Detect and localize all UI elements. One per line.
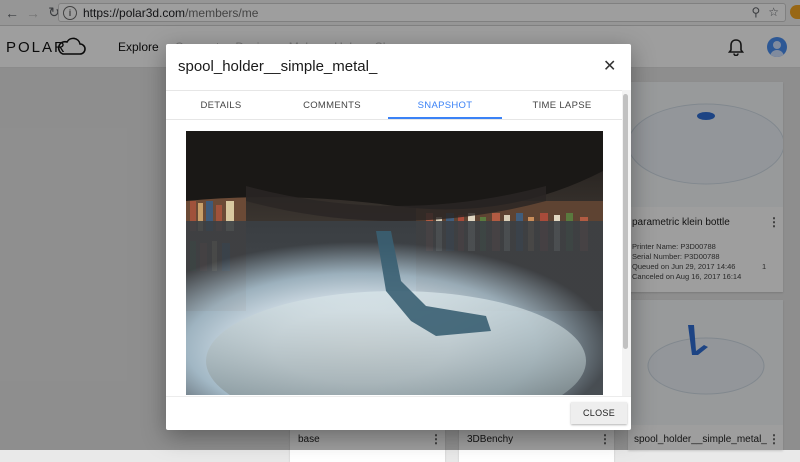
- snapshot-panel: [166, 120, 621, 398]
- tab-comments[interactable]: COMMENTS: [276, 91, 388, 120]
- dialog-scrollbar[interactable]: [622, 90, 631, 396]
- scrollbar-thumb[interactable]: [623, 94, 628, 349]
- tab-details[interactable]: DETAILS: [166, 91, 276, 120]
- dialog-title: spool_holder__simple_metal_: [178, 58, 378, 75]
- snapshot-image: [186, 131, 603, 395]
- dialog-tabs: DETAILS COMMENTS SNAPSHOT TIME LAPSE: [166, 90, 631, 120]
- close-button[interactable]: CLOSE: [571, 402, 627, 424]
- tab-snapshot[interactable]: SNAPSHOT: [388, 91, 502, 120]
- dialog-footer: [166, 396, 631, 430]
- tab-time-lapse[interactable]: TIME LAPSE: [502, 91, 622, 120]
- close-icon[interactable]: ✕: [603, 59, 616, 75]
- active-tab-indicator: [388, 117, 502, 119]
- print-dialog: spool_holder__simple_metal_ ✕ DETAILS CO…: [166, 44, 631, 430]
